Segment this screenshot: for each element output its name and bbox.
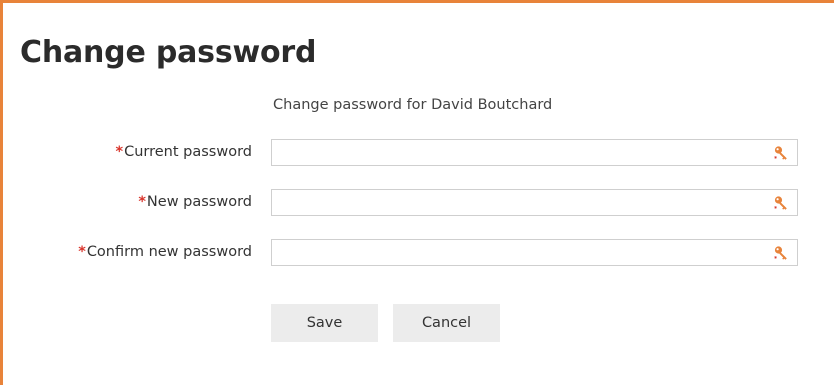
form-subtitle: Change password for David Boutchard xyxy=(273,97,553,113)
save-button[interactable]: Save xyxy=(271,304,378,342)
new-password-field-wrap: * xyxy=(271,189,798,216)
required-marker: * xyxy=(78,244,86,260)
key-icon[interactable]: * xyxy=(773,195,789,211)
required-marker: * xyxy=(115,144,124,160)
current-password-label-text: Current password xyxy=(124,144,252,160)
new-password-row: *New password * xyxy=(3,189,834,218)
page-title: Change password xyxy=(20,35,317,70)
confirm-password-label: *Confirm new password xyxy=(78,244,252,260)
required-marker: * xyxy=(138,194,146,210)
current-password-field-wrap: * xyxy=(271,139,798,166)
svg-text:*: * xyxy=(774,256,778,262)
current-password-label: *Current password xyxy=(115,144,252,160)
confirm-password-field-wrap: * xyxy=(271,239,798,266)
new-password-label-text: New password xyxy=(146,194,252,210)
confirm-password-label-text: Confirm new password xyxy=(86,244,252,260)
new-password-label: *New password xyxy=(138,194,252,210)
cancel-button[interactable]: Cancel xyxy=(393,304,500,342)
svg-text:*: * xyxy=(774,156,778,162)
page-frame: Change password Change password for Davi… xyxy=(0,0,834,385)
key-icon[interactable]: * xyxy=(773,145,789,161)
svg-text:*: * xyxy=(774,206,778,212)
confirm-password-input[interactable] xyxy=(272,240,797,265)
confirm-password-row: *Confirm new password * xyxy=(3,239,834,268)
new-password-input[interactable] xyxy=(272,190,797,215)
current-password-row: *Current password * xyxy=(3,139,834,168)
key-icon[interactable]: * xyxy=(773,245,789,261)
current-password-input[interactable] xyxy=(272,140,797,165)
